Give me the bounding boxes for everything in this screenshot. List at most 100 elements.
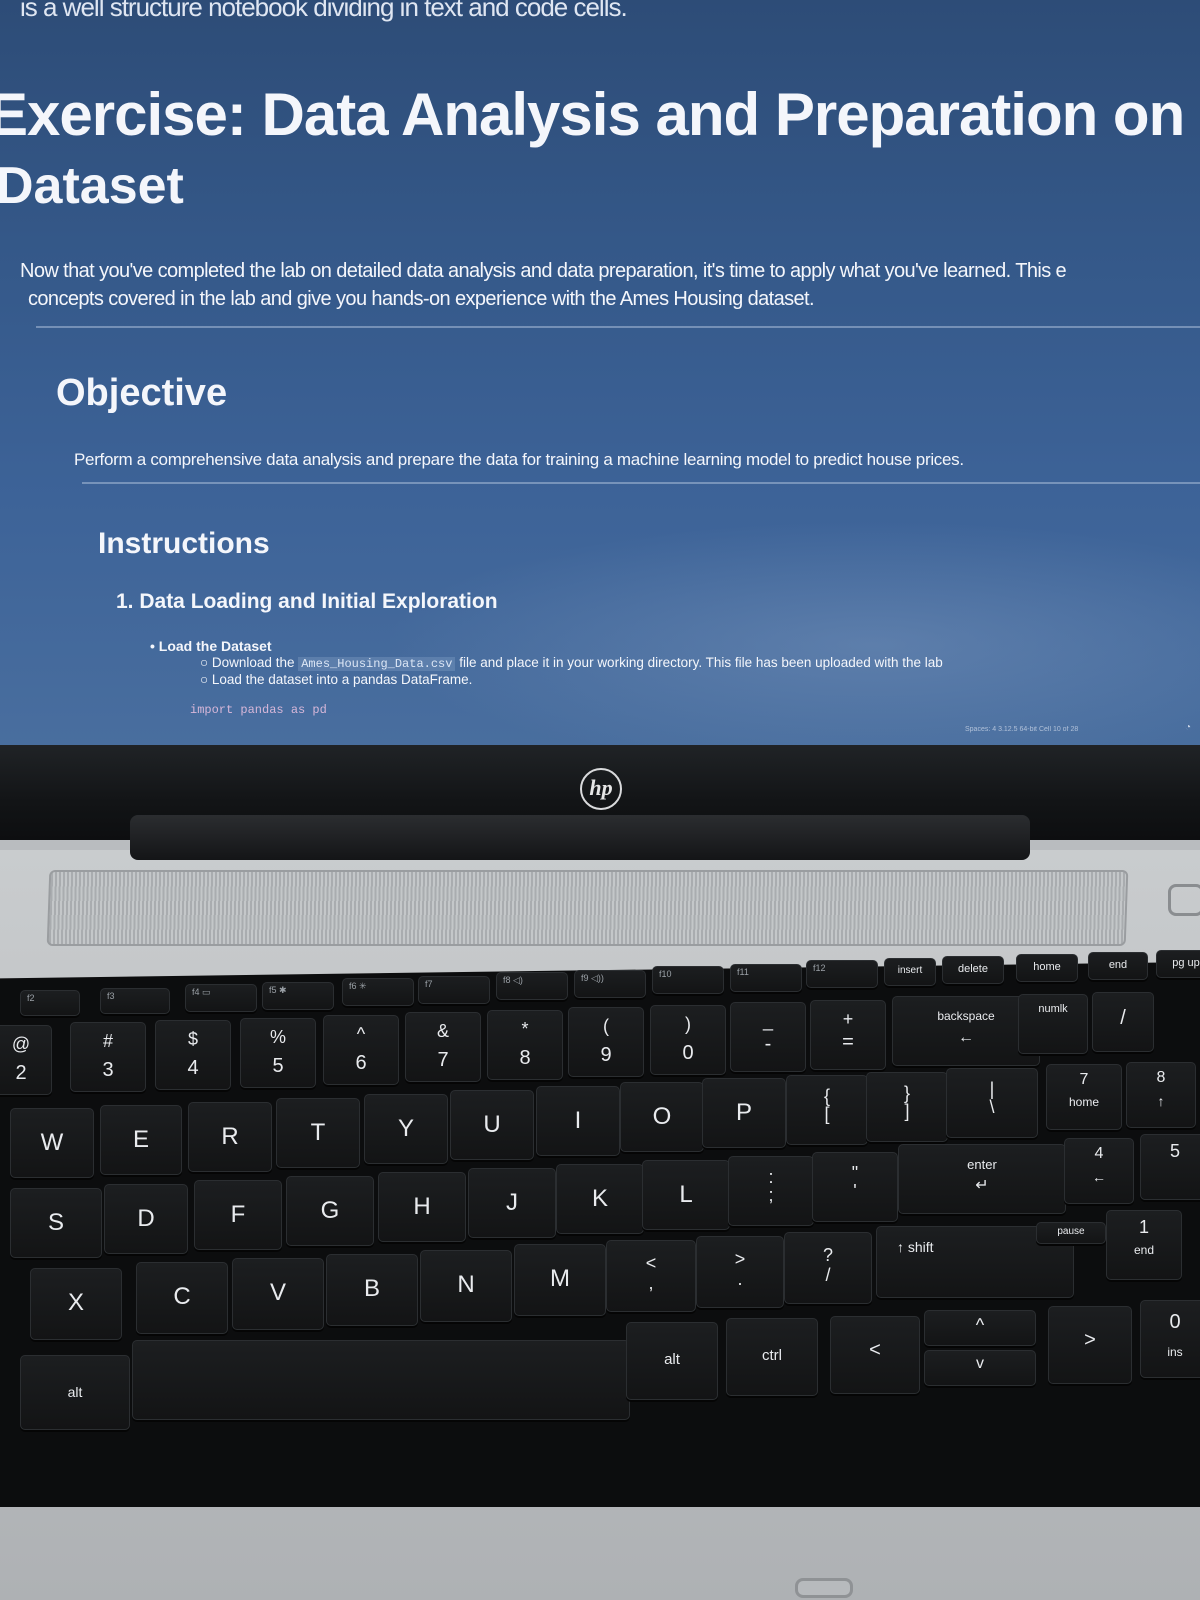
key-d[interactable]: D: [104, 1184, 188, 1254]
key-w[interactable]: W: [10, 1108, 94, 1178]
key-bracket-right[interactable]: }]: [866, 1072, 948, 1142]
key-p[interactable]: P: [702, 1078, 786, 1148]
key-t[interactable]: T: [276, 1098, 360, 1168]
laptop-screen: is a well structure notebook dividing in…: [0, 0, 1200, 768]
key-f2[interactable]: f2: [20, 990, 80, 1016]
key-v-label: V: [269, 1279, 286, 1306]
intro-paragraph-line1: Now that you've completed the lab on det…: [20, 260, 1067, 282]
key-arrow-down[interactable]: v: [924, 1350, 1036, 1386]
key-g[interactable]: G: [286, 1176, 374, 1246]
key-minus-label: -: [764, 1033, 772, 1055]
key-pgup-label: pg up: [1172, 957, 1200, 969]
key-k[interactable]: K: [556, 1164, 644, 1234]
key-alt-right[interactable]: alt: [626, 1322, 718, 1400]
key-c[interactable]: C: [136, 1262, 228, 1334]
key-pgup[interactable]: pg up: [1156, 950, 1200, 978]
key-num7-label: 7: [1079, 1071, 1089, 1088]
divider-2: [82, 482, 1200, 484]
key-i[interactable]: I: [536, 1086, 620, 1156]
key-num4[interactable]: 4 ←: [1064, 1138, 1134, 1204]
key-f3[interactable]: f3: [100, 988, 170, 1014]
key-f10[interactable]: f10: [652, 966, 724, 994]
key-num7[interactable]: 7 home: [1046, 1064, 1122, 1130]
key-f5-brightness[interactable]: f5 ✱: [262, 982, 334, 1010]
key-f9-volume[interactable]: f9 ◁)): [574, 970, 646, 998]
key-num0[interactable]: 0 ins: [1140, 1300, 1200, 1378]
key-arrow-left[interactable]: <: [830, 1316, 920, 1394]
key-backslash[interactable]: | \: [946, 1068, 1038, 1138]
key-num0-label: 0: [1169, 1311, 1181, 1333]
key-e[interactable]: E: [100, 1105, 182, 1175]
key-num8[interactable]: 8 ↑: [1126, 1062, 1196, 1128]
key-num-slash[interactable]: /: [1092, 992, 1154, 1052]
key-pause[interactable]: pause: [1036, 1222, 1106, 1244]
key-y[interactable]: Y: [364, 1094, 448, 1164]
key-5[interactable]: % 5: [240, 1018, 316, 1088]
key-num5[interactable]: 5: [1140, 1134, 1200, 1200]
key-l[interactable]: L: [642, 1160, 730, 1230]
key-quote[interactable]: " ': [812, 1152, 898, 1222]
arrow-up-icon: ^: [975, 1315, 985, 1335]
key-f[interactable]: F: [194, 1180, 282, 1250]
key-8[interactable]: * 8: [487, 1010, 563, 1080]
code-cell-line[interactable]: import pandas as pd: [190, 703, 327, 717]
key-h[interactable]: H: [378, 1172, 466, 1242]
step1-heading: 1. Data Loading and Initial Exploration: [116, 590, 498, 613]
key-slash[interactable]: ? /: [784, 1232, 872, 1304]
key-alt-left[interactable]: alt: [20, 1355, 130, 1430]
key-f4-display[interactable]: f4 ▭: [185, 984, 257, 1012]
key-num0-sub: ins: [1167, 1345, 1183, 1359]
arrow-down-icon: v: [976, 1355, 984, 1372]
key-end[interactable]: end: [1088, 952, 1148, 980]
key-f7[interactable]: f7: [418, 976, 490, 1004]
key-arrow-up[interactable]: ^: [924, 1310, 1036, 1346]
key-minus[interactable]: _ -: [730, 1002, 806, 1072]
key-6[interactable]: ^ 6: [323, 1015, 399, 1085]
key-k-label: K: [591, 1185, 608, 1212]
key-h-label: H: [413, 1193, 431, 1220]
key-num1[interactable]: 1 end: [1106, 1210, 1182, 1280]
key-j[interactable]: J: [468, 1168, 556, 1238]
key-0[interactable]: ) 0: [650, 1005, 726, 1075]
key-b[interactable]: B: [326, 1254, 418, 1326]
key-f12[interactable]: f12: [806, 960, 878, 988]
objective-heading: Objective: [56, 372, 228, 414]
key-home[interactable]: home: [1016, 954, 1078, 982]
key-3-label: 3: [102, 1059, 114, 1081]
key-s[interactable]: S: [10, 1188, 102, 1258]
key-x[interactable]: X: [30, 1268, 122, 1340]
key-m[interactable]: M: [514, 1244, 606, 1316]
key-f6-brightness[interactable]: f6 ✳: [342, 978, 414, 1006]
key-semicolon[interactable]: :;: [728, 1156, 814, 1226]
key-f8-volume[interactable]: f8 ◁): [496, 972, 568, 1000]
key-r[interactable]: R: [188, 1102, 272, 1172]
key-numlk[interactable]: numlk: [1018, 994, 1088, 1054]
key-bracket-left[interactable]: {[: [786, 1075, 868, 1145]
key-5-label: 5: [272, 1055, 284, 1077]
key-o[interactable]: O: [620, 1082, 704, 1152]
key-4[interactable]: $4: [155, 1020, 231, 1090]
key-spacebar[interactable]: [132, 1340, 630, 1420]
key-ctrl-right[interactable]: ctrl: [726, 1318, 818, 1396]
key-o-label: O: [652, 1103, 672, 1130]
key-f11[interactable]: f11: [730, 964, 802, 992]
key-equals[interactable]: + =: [810, 1000, 886, 1070]
sub-bullet-load: ○ Load the dataset into a pandas DataFra…: [200, 672, 473, 687]
key-n[interactable]: N: [420, 1250, 512, 1322]
key-comma[interactable]: <,: [606, 1240, 696, 1312]
key-delete[interactable]: delete: [942, 956, 1004, 984]
key-v[interactable]: V: [232, 1258, 324, 1330]
key-ctrl-label: ctrl: [762, 1347, 782, 1364]
key-2[interactable]: @2: [0, 1025, 52, 1095]
key-9[interactable]: (9: [568, 1007, 644, 1077]
key-5-shift: %: [269, 1027, 286, 1047]
key-period[interactable]: >.: [696, 1236, 784, 1308]
key-enter[interactable]: enter ↵: [898, 1144, 1066, 1214]
key-period-shift: >: [734, 1249, 746, 1269]
key-3[interactable]: #3: [70, 1022, 146, 1092]
key-8-shift: *: [521, 1019, 529, 1039]
key-num-gt[interactable]: >: [1048, 1306, 1132, 1384]
key-u[interactable]: U: [450, 1090, 534, 1160]
key-insert[interactable]: insert: [884, 958, 936, 986]
key-7[interactable]: & 7: [405, 1012, 481, 1082]
